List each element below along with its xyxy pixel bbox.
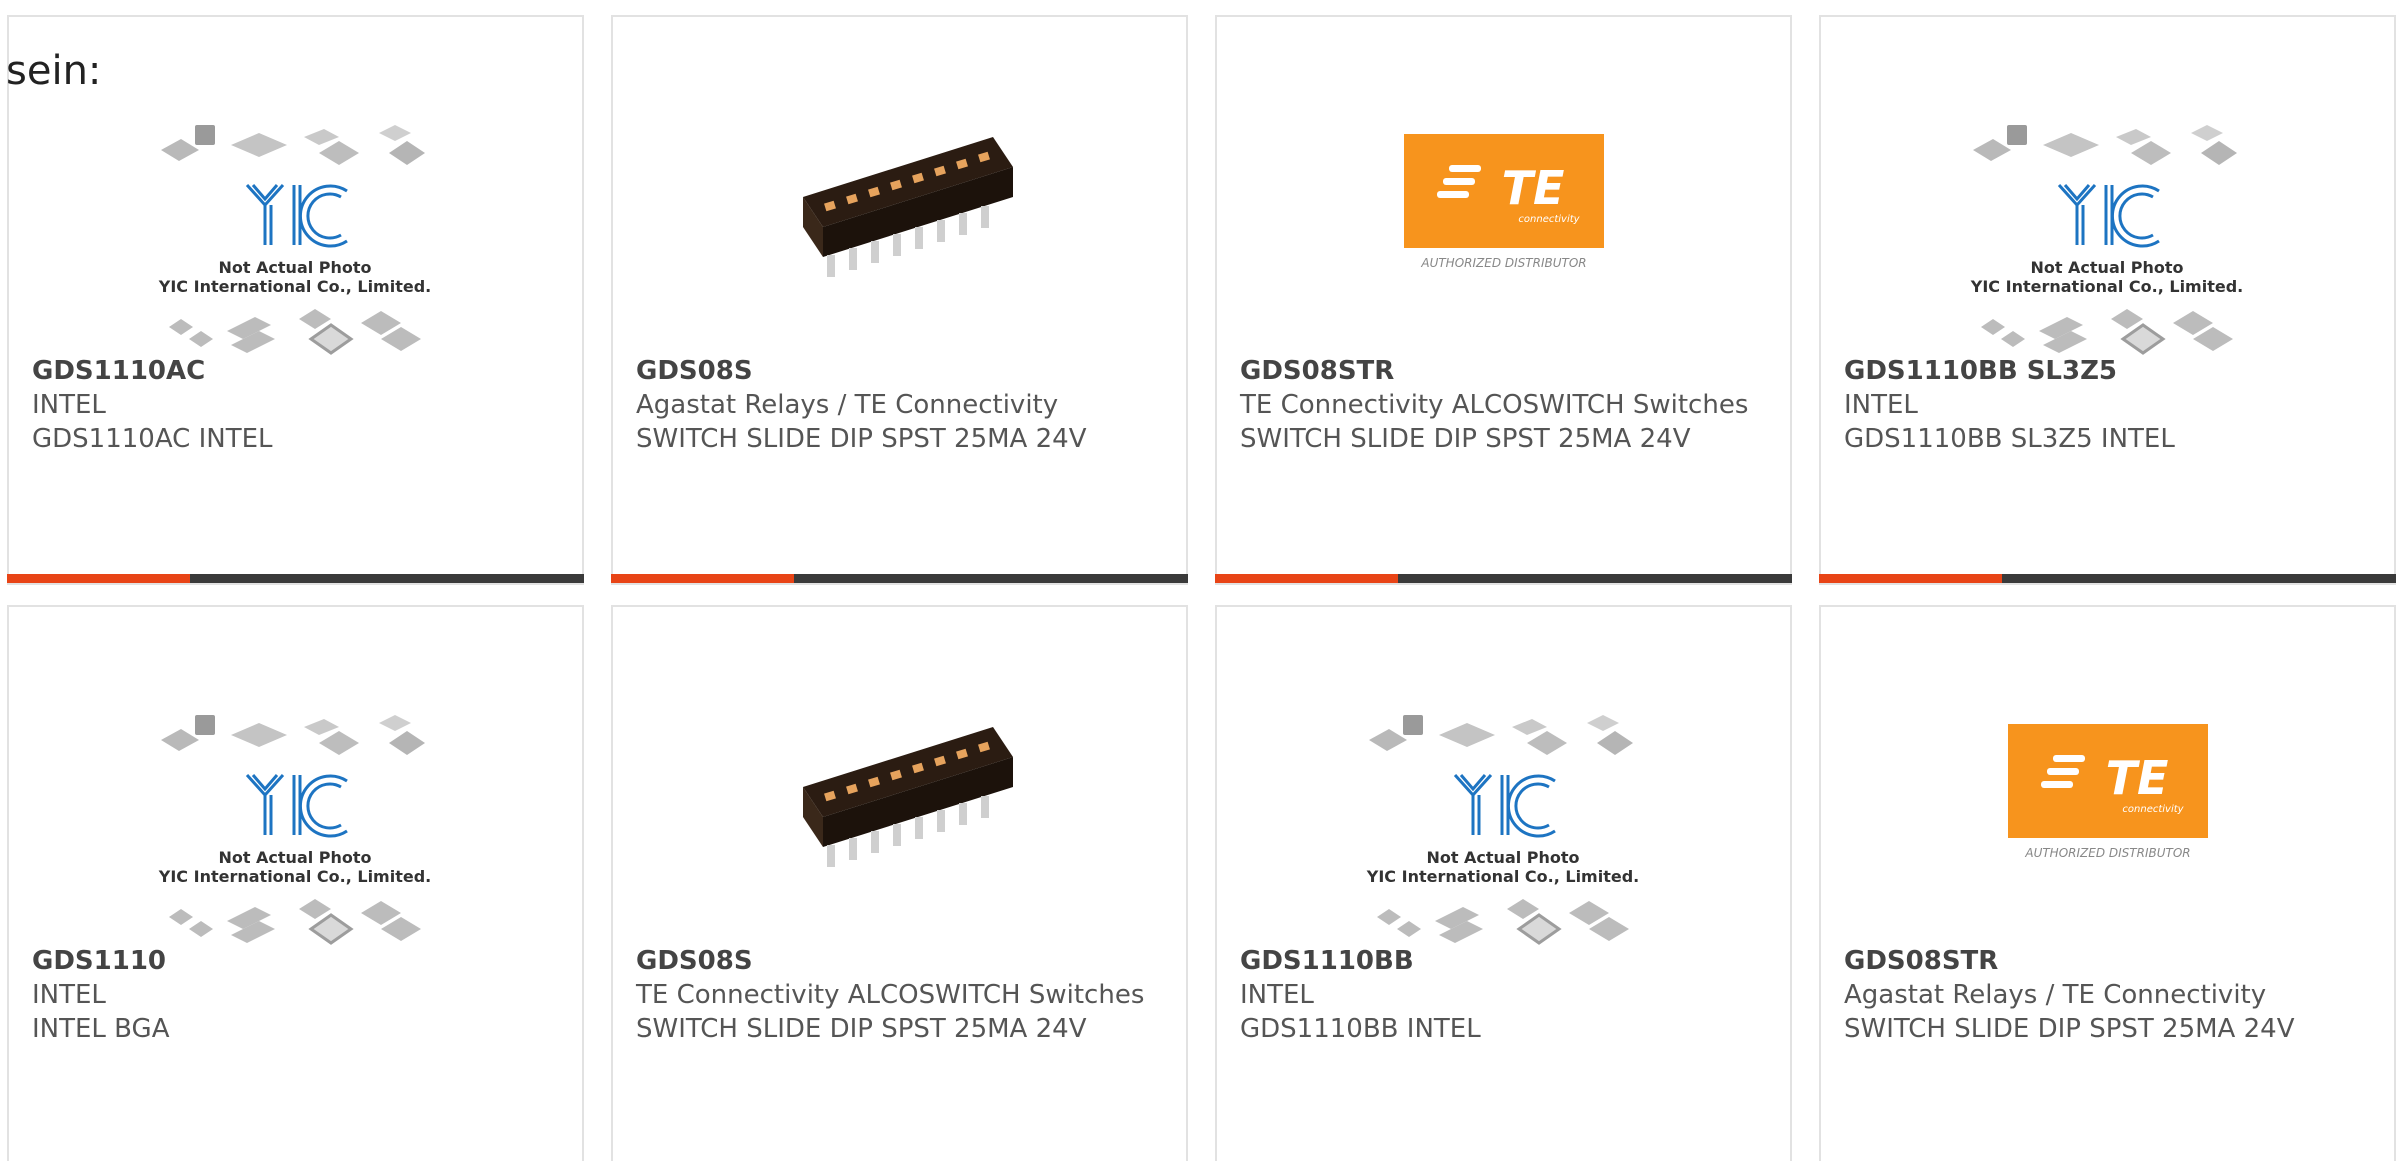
manufacturer: TE Connectivity ALCOSWITCH Switches [636,980,1145,1010]
product-card[interactable]: Not Actual Photo YIC International Co., … [7,15,584,585]
product-card[interactable]: GDS08S TE Connectivity ALCOSWITCH Switche… [611,605,1188,1161]
part-number-link[interactable]: GDS08S [636,944,1156,978]
yic-line2: YIC International Co., Limited. [1970,277,2243,296]
product-info: GDS08S TE Connectivity ALCOSWITCH Switche… [636,944,1156,1046]
part-number-link[interactable]: GDS08S [636,354,1156,388]
te-sub: connectivity [2122,804,2184,815]
te-caption: AUTHORIZED DISTRIBUTOR [2024,846,2190,860]
te-caption: AUTHORIZED DISTRIBUTOR [1420,256,1586,270]
te-logo-image: TE connectivity AUTHORIZED DISTRIBUTOR [1404,134,1604,270]
te-sub: connectivity [1518,214,1580,225]
product-card[interactable]: TE connectivity AUTHORIZED DISTRIBUTOR G… [1215,15,1792,585]
product-image[interactable]: TE connectivity AUTHORIZED DISTRIBUTOR [1821,647,2394,947]
part-number-link[interactable]: GDS1110BB [1240,944,1760,978]
part-number-link[interactable]: GDS08STR [1240,354,1760,388]
part-number-link[interactable]: GDS1110AC [32,354,552,388]
product-image[interactable]: Not Actual Photo YIC International Co., … [9,57,582,357]
product-info: GDS1110 INTEL INTEL BGA [32,944,552,1046]
dark-segment [2002,574,2396,583]
product-card[interactable]: GDS08S Agastat Relays / TE Connectivity SW… [611,15,1188,585]
description: SWITCH SLIDE DIP SPST 25MA 24V [1844,1014,2295,1044]
manufacturer: INTEL [32,980,106,1010]
yic-placeholder-image: Not Actual Photo YIC International Co., … [1366,715,1639,945]
yic-line1: Not Actual Photo [1426,848,1579,867]
te-brand: TE [2106,751,2169,805]
yic-placeholder-image: Not Actual Photo YIC International Co., … [1970,125,2243,355]
description: INTEL BGA [32,1014,170,1044]
product-image[interactable]: Not Actual Photo YIC International Co., … [9,647,582,947]
yic-placeholder-image: Not Actual Photo YIC International Co., … [158,715,431,945]
manufacturer: INTEL [1240,980,1314,1010]
dip-switch-photo [803,727,1013,867]
product-grid-page: sein: Not Actual Photo YIC International… [0,0,2400,1161]
part-number-link[interactable]: GDS1110BB SL3Z5 [1844,354,2364,388]
intro-text: sein: [6,48,102,94]
description: GDS1110AC INTEL [32,424,273,454]
card-accent-bar [1819,574,2396,583]
accent-segment [1215,574,1398,583]
dark-segment [794,574,1188,583]
part-number-link[interactable]: GDS08STR [1844,944,2364,978]
description: SWITCH SLIDE DIP SPST 25MA 24V [636,424,1087,454]
product-info: GDS1110BB SL3Z5 INTEL GDS1110BB SL3Z5 INTE… [1844,354,2364,456]
accent-segment [1819,574,2002,583]
yic-line2: YIC International Co., Limited. [1366,867,1639,886]
yic-line1: Not Actual Photo [218,258,371,277]
manufacturer: TE Connectivity ALCOSWITCH Switches [1240,390,1749,420]
accent-segment [611,574,794,583]
manufacturer: INTEL [1844,390,1918,420]
description: GDS1110BB SL3Z5 INTEL [1844,424,2175,454]
te-logo-image: TE connectivity AUTHORIZED DISTRIBUTOR [2008,724,2208,860]
dip-switch-photo [803,137,1013,277]
manufacturer: Agastat Relays / TE Connectivity [636,390,1059,420]
card-accent-bar [611,574,1188,583]
product-card[interactable]: Not Actual Photo YIC International Co., … [1215,605,1792,1161]
product-card[interactable]: TE connectivity AUTHORIZED DISTRIBUTOR G… [1819,605,2396,1161]
accent-segment [7,574,190,583]
card-accent-bar [7,574,584,583]
product-image[interactable]: Not Actual Photo YIC International Co., … [1821,57,2394,357]
product-card[interactable]: Not Actual Photo YIC International Co., … [7,605,584,1161]
description: GDS1110BB INTEL [1240,1014,1481,1044]
yic-line2: YIC International Co., Limited. [158,867,431,886]
product-card[interactable]: Not Actual Photo YIC International Co., … [1819,15,2396,585]
manufacturer: INTEL [32,390,106,420]
te-brand: TE [1502,161,1565,215]
product-image[interactable] [613,647,1186,947]
yic-line2: YIC International Co., Limited. [158,277,431,296]
product-info: GDS08STR TE Connectivity ALCOSWITCH Switc… [1240,354,1760,456]
yic-line1: Not Actual Photo [218,848,371,867]
product-info: GDS1110AC INTEL GDS1110AC INTEL [32,354,552,456]
product-image[interactable]: TE connectivity AUTHORIZED DISTRIBUTOR [1217,57,1790,357]
product-image[interactable]: Not Actual Photo YIC International Co., … [1217,647,1790,947]
manufacturer: Agastat Relays / TE Connectivity [1844,980,2267,1010]
dark-segment [1398,574,1792,583]
product-info: GDS1110BB INTEL GDS1110BB INTEL [1240,944,1760,1046]
dark-segment [190,574,584,583]
yic-placeholder-image: Not Actual Photo YIC International Co., … [158,125,431,355]
card-accent-bar [1215,574,1792,583]
product-info: GDS08S Agastat Relays / TE Connectivity SW… [636,354,1156,456]
yic-line1: Not Actual Photo [2030,258,2183,277]
description: SWITCH SLIDE DIP SPST 25MA 24V [1240,424,1691,454]
product-image[interactable] [613,57,1186,357]
description: SWITCH SLIDE DIP SPST 25MA 24V [636,1014,1087,1044]
product-info: GDS08STR Agastat Relays / TE Connectivity… [1844,944,2364,1046]
part-number-link[interactable]: GDS1110 [32,944,552,978]
